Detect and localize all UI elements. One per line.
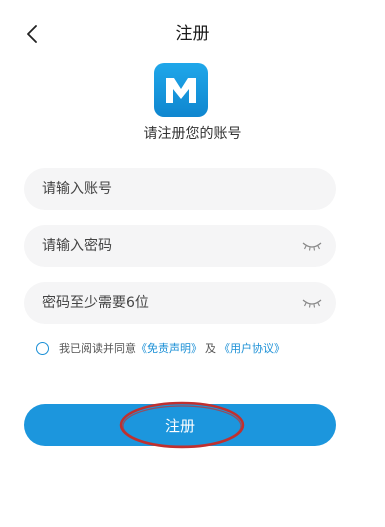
password-input[interactable] (42, 225, 292, 267)
eye-closed-icon[interactable] (302, 297, 322, 309)
register-button[interactable]: 注册 (24, 404, 336, 446)
confirm-password-input[interactable] (42, 282, 292, 324)
agree-radio[interactable] (36, 341, 49, 355)
user-agreement-link[interactable]: 《用户协议》 (219, 340, 285, 356)
account-field[interactable] (24, 168, 336, 210)
page-title: 注册 (175, 24, 210, 44)
logo-m-icon (166, 78, 196, 103)
agreement-row: 我已阅读并同意 《免责声明》 及 《用户协议》 (36, 338, 285, 358)
disclaimer-link[interactable]: 《免责声明》 (136, 340, 202, 356)
agreement-prefix: 我已阅读并同意 (59, 342, 136, 355)
eye-closed-icon[interactable] (302, 240, 322, 252)
app-logo (154, 63, 208, 117)
subtitle: 请注册您的账号 (143, 126, 242, 142)
account-input[interactable] (42, 168, 292, 210)
register-button-label: 注册 (164, 416, 195, 435)
register-page: 注册 请注册您的账号 我已阅读并同意 《免责声明》 (0, 0, 385, 527)
confirm-password-field[interactable] (24, 282, 336, 324)
password-field[interactable] (24, 225, 336, 267)
agreement-and: 及 (205, 342, 216, 355)
